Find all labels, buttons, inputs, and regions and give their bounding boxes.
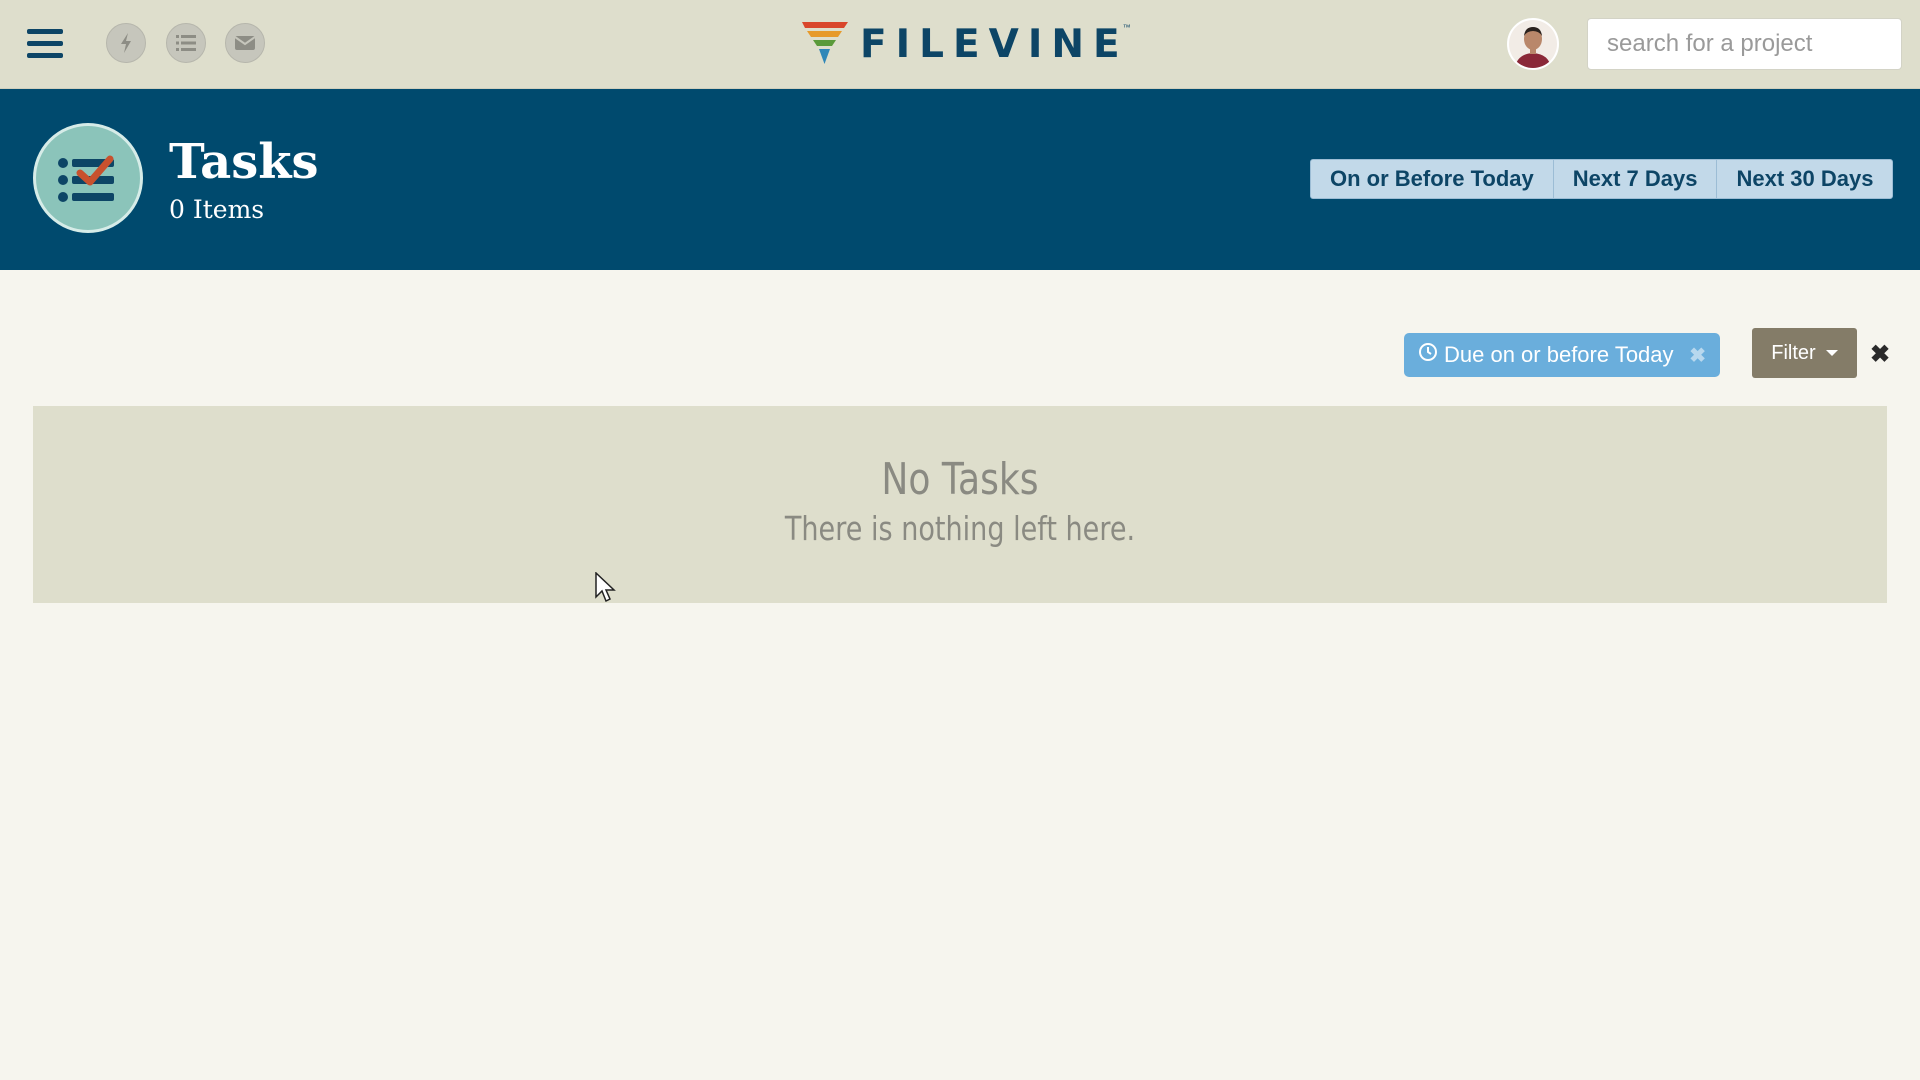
page-title: Tasks (169, 134, 319, 190)
empty-state-panel: No Tasks There is nothing left here. (33, 406, 1887, 603)
user-avatar[interactable] (1507, 18, 1559, 70)
remove-filter-icon[interactable]: ✖ (1689, 343, 1706, 368)
filevine-logo-icon (802, 22, 848, 64)
item-count: 0 Items (169, 195, 265, 224)
close-icon[interactable]: ✖ (1870, 340, 1890, 369)
caret-down-icon (1825, 350, 1838, 356)
project-search-input[interactable] (1587, 18, 1902, 70)
lightning-icon[interactable] (106, 23, 146, 63)
active-filter-label: Due on or before Today (1444, 342, 1674, 367)
filter-button-label: Filter (1771, 341, 1816, 364)
range-next-30-days-button[interactable]: Next 30 Days (1716, 159, 1894, 199)
filevine-logo[interactable]: FILEVINE ™ (802, 19, 1131, 69)
empty-state-message: There is nothing left here. (784, 509, 1136, 548)
clock-icon (1418, 342, 1438, 368)
trademark: ™ (1122, 23, 1131, 32)
tasks-checklist-icon (33, 123, 143, 233)
range-next-7-days-button[interactable]: Next 7 Days (1552, 159, 1718, 199)
mouse-cursor-icon (595, 572, 616, 603)
page-header: Tasks 0 Items On or Before Today Next 7 … (0, 89, 1920, 270)
filter-dropdown-button[interactable]: Filter (1752, 328, 1857, 378)
mail-icon[interactable] (225, 23, 265, 63)
range-on-or-before-today-button[interactable]: On or Before Today (1310, 159, 1554, 199)
brand-name: FILEVINE (860, 21, 1129, 67)
hamburger-menu-icon[interactable] (27, 29, 63, 59)
empty-state-title: No Tasks (881, 454, 1039, 505)
active-filter-chip[interactable]: Due on or before Today ✖ (1404, 333, 1720, 377)
date-range-group: On or Before Today Next 7 Days Next 30 D… (1310, 159, 1894, 199)
list-icon[interactable] (166, 23, 206, 63)
top-bar: FILEVINE ™ (0, 0, 1920, 89)
